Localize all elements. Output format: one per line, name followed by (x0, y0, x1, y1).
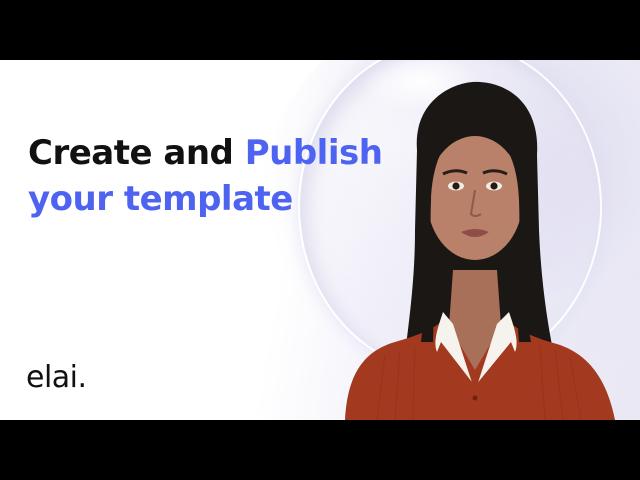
letterbox-bottom (0, 420, 640, 480)
cardigan-button (472, 395, 478, 401)
intro-slide: Create and Publish your template elai. (0, 60, 640, 420)
presenter-avatar-image (325, 80, 625, 420)
headline-accent-template: your template (28, 179, 293, 219)
face (427, 136, 523, 260)
headline-plain: Create and (28, 133, 245, 173)
presenter-illustration (345, 81, 615, 420)
elai-logo: elai. (26, 360, 87, 395)
letterbox-top (0, 0, 640, 60)
video-frame: Create and Publish your template elai. (0, 0, 640, 480)
